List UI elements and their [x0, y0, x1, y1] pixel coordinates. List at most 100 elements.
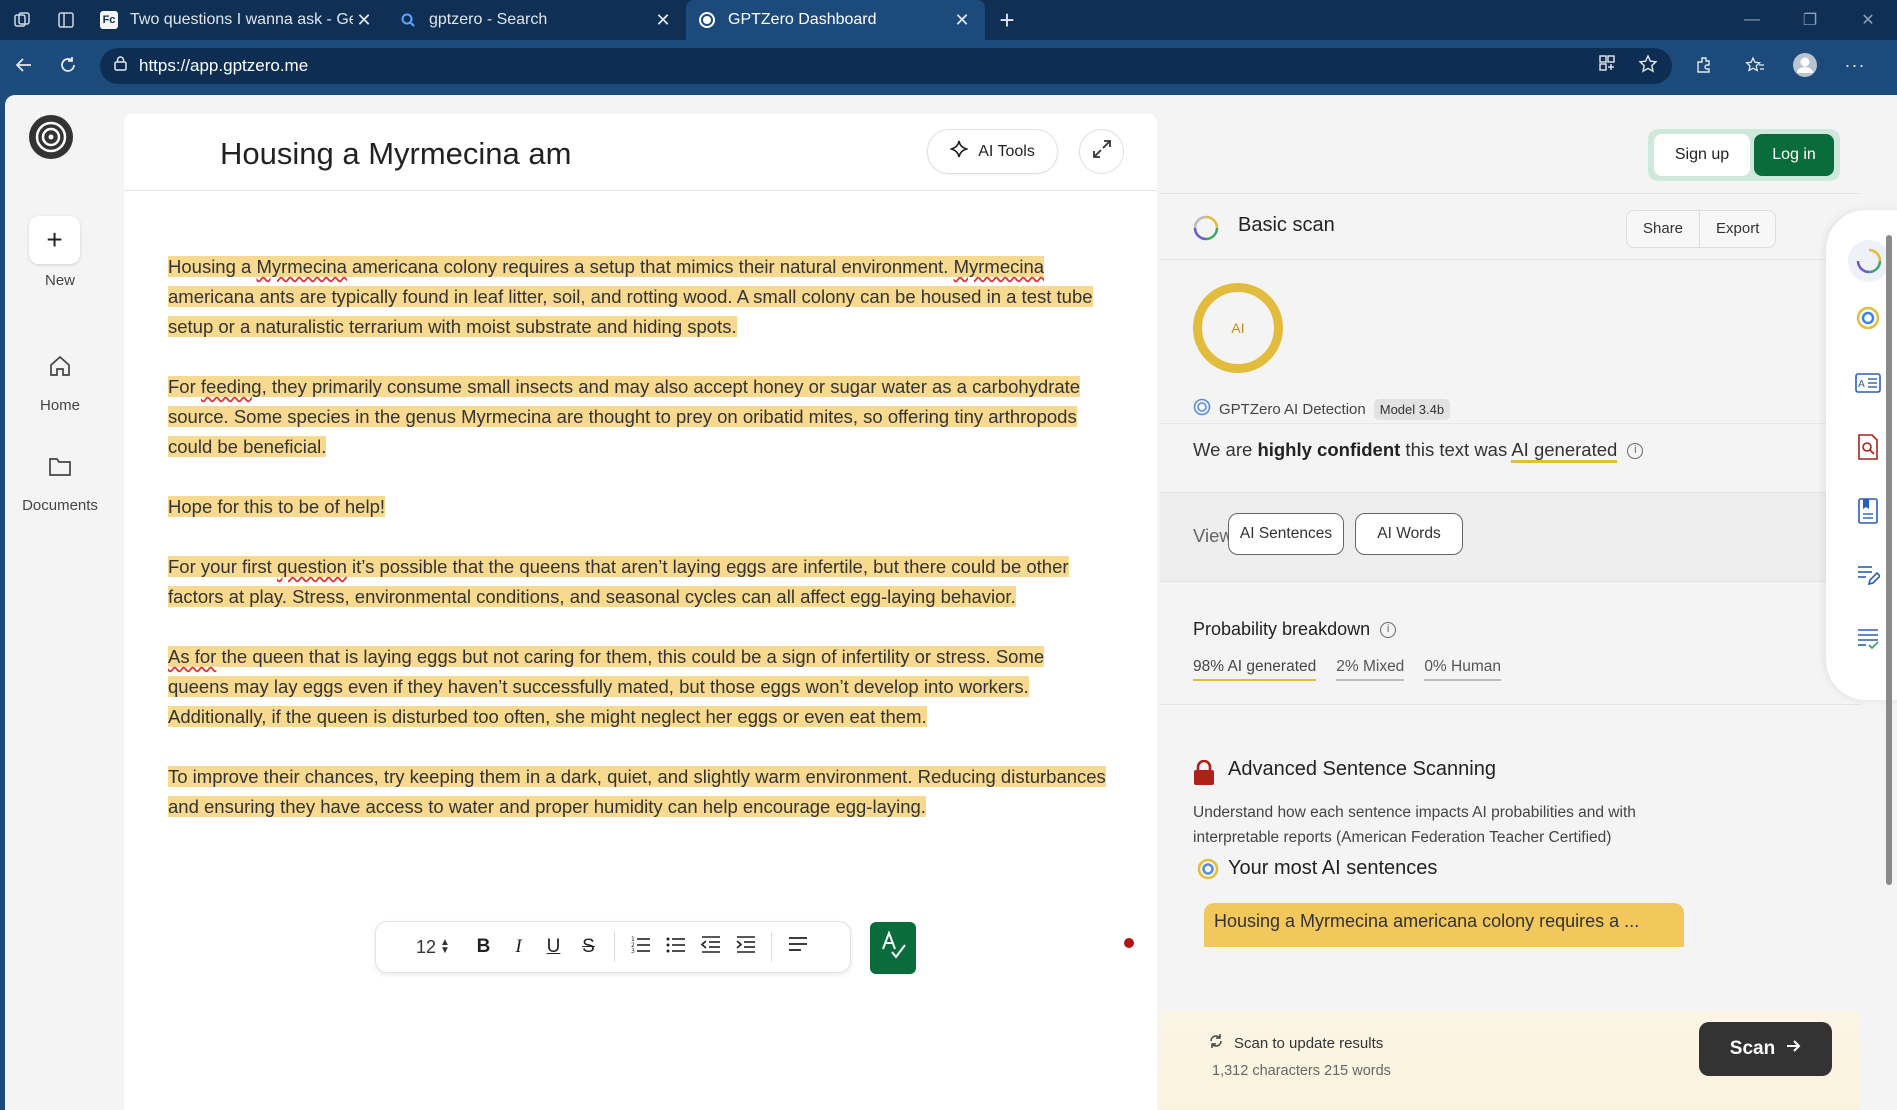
left-nav: + New Home Documents	[5, 95, 115, 1110]
confidence-middle: this text was	[1400, 439, 1512, 460]
extensions-icon[interactable]	[1684, 43, 1726, 87]
scan-button[interactable]: Scan	[1699, 1022, 1832, 1076]
refresh-icon[interactable]	[46, 43, 90, 87]
stepper-icon: ▲ ▼	[440, 937, 450, 956]
bookmark-doc-icon[interactable]	[1853, 496, 1883, 526]
nav-item-home[interactable]: Home	[5, 397, 115, 414]
confidence-prefix: We are	[1193, 439, 1258, 460]
confidence-statement: We are highly confident this text was AI…	[1193, 439, 1644, 463]
close-tab-icon[interactable]: ✕	[353, 10, 375, 31]
paragraph: Housing a Myrmecina americana colony req…	[168, 252, 1108, 342]
new-tab-button[interactable]: +	[985, 0, 1029, 40]
edit-doc-icon[interactable]	[1853, 560, 1883, 590]
tab-actions-icon[interactable]	[44, 0, 88, 40]
expand-button[interactable]	[1079, 129, 1124, 174]
svg-text:A: A	[1858, 379, 1865, 390]
minimize-icon[interactable]: —	[1723, 0, 1781, 40]
formatting-toolbar: 12 ▲ ▼ B I U S 123	[375, 921, 851, 973]
paragraph: For feeding, they primarily consume smal…	[168, 372, 1108, 462]
document-search-icon[interactable]	[1853, 432, 1883, 462]
workspaces-icon[interactable]	[0, 0, 44, 40]
refresh-icon	[1208, 1033, 1224, 1053]
paragraph: To improve their chances, try keeping th…	[168, 762, 1108, 822]
close-window-icon[interactable]: ✕	[1839, 0, 1897, 40]
ai-sentence: Housing a Myrmecina americana colony req…	[168, 256, 954, 277]
lock-icon	[114, 56, 127, 76]
url-text: https://app.gptzero.me	[139, 56, 309, 75]
confidence-level: highly confident	[1257, 439, 1401, 460]
indent-icon[interactable]	[728, 935, 763, 959]
document-body[interactable]: Housing a Myrmecina americana colony req…	[168, 252, 1108, 852]
italic-icon[interactable]: I	[501, 936, 536, 958]
document-title-input[interactable]: Housing a Myrmecina am	[220, 136, 580, 172]
align-icon[interactable]	[780, 936, 815, 958]
paragraph: As for the queen that is laying eggs but…	[168, 642, 1108, 732]
expand-icon	[1092, 139, 1112, 164]
info-icon[interactable]: i	[1380, 622, 1397, 639]
underline-icon[interactable]: U	[536, 936, 571, 958]
bullet-list-icon[interactable]	[658, 935, 693, 959]
folder-icon[interactable]	[45, 451, 75, 481]
gptzero-color-icon	[1197, 858, 1219, 885]
advanced-scanning-description: Understand how each sentence impacts AI …	[1193, 804, 1636, 846]
log-in-button[interactable]: Log in	[1754, 134, 1834, 176]
scan-spinner-icon	[1193, 215, 1219, 246]
detector-name: GPTZero AI Detection	[1219, 400, 1366, 418]
prob-ai[interactable]: 98% AI generated	[1193, 658, 1317, 681]
gptzero-color-icon[interactable]	[1853, 303, 1883, 333]
ai-tools-button[interactable]: AI Tools	[927, 129, 1058, 174]
info-icon[interactable]: i	[1627, 443, 1644, 460]
copilot-icon[interactable]	[1884, 43, 1897, 87]
profile-avatar[interactable]	[1784, 43, 1826, 87]
gptzero-logo[interactable]	[29, 115, 73, 159]
reader-view-icon[interactable]: A	[1853, 368, 1883, 398]
gptzero-small-icon	[1193, 398, 1211, 420]
prob-human[interactable]: 0% Human	[1424, 658, 1501, 681]
browser-tab-search[interactable]: gptzero - Search ✕	[387, 0, 686, 40]
nav-item-documents[interactable]: Documents	[5, 497, 115, 514]
restore-icon[interactable]: ❐	[1781, 0, 1839, 40]
url-field[interactable]: https://app.gptzero.me	[100, 48, 1672, 84]
close-tab-icon[interactable]: ✕	[652, 10, 674, 31]
scan-header: Basic scan Share Export	[1160, 194, 1860, 260]
outdent-icon[interactable]	[693, 935, 728, 959]
sign-up-button[interactable]: Sign up	[1654, 134, 1750, 176]
address-bar-row: https://app.gptzero.me ···	[0, 40, 1897, 90]
strikethrough-icon[interactable]: S	[571, 936, 606, 958]
back-icon[interactable]	[2, 43, 46, 87]
close-tab-icon[interactable]: ✕	[951, 10, 973, 31]
favorites-icon[interactable]	[1734, 43, 1776, 87]
font-size-select[interactable]: 12 ▲ ▼	[416, 937, 466, 958]
svg-text:3: 3	[631, 948, 635, 953]
ai-sentence: Hope for this to be of help!	[168, 496, 385, 517]
favorite-star-icon[interactable]	[1638, 53, 1658, 79]
spellcheck-button[interactable]	[870, 922, 916, 974]
arrow-right-icon	[1785, 1038, 1801, 1060]
share-button[interactable]: Share	[1627, 211, 1699, 247]
top-ai-sentence[interactable]: Housing a Myrmecina americana colony req…	[1204, 903, 1684, 947]
scrollbar-thumb[interactable]	[1886, 235, 1892, 885]
browser-tab-forum[interactable]: Fc Two questions I wanna ask - Gene ✕	[88, 0, 387, 40]
forum-favicon-icon: Fc	[100, 11, 118, 29]
tab-title: Two questions I wanna ask - Gene	[130, 11, 353, 28]
browser-tab-bar: Fc Two questions I wanna ask - Gene ✕ gp…	[0, 0, 1897, 40]
browser-tab-gptzero[interactable]: GPTZero Dashboard ✕	[686, 0, 985, 40]
ai-sentence: Some species in the genus Myrmecina are …	[168, 406, 1077, 457]
more-options-icon[interactable]: ···	[1834, 43, 1876, 87]
ai-sentence: To improve their chances, try keeping th…	[168, 766, 918, 787]
ai-sentences-button[interactable]: AI Sentences	[1228, 513, 1344, 555]
probability-title-text: Probability breakdown	[1193, 619, 1371, 639]
new-document-button[interactable]: +	[29, 216, 80, 264]
bold-icon[interactable]: B	[466, 936, 501, 958]
ai-score-ring: AI	[1193, 283, 1283, 373]
home-icon[interactable]	[45, 351, 75, 381]
ai-words-button[interactable]: AI Words	[1355, 513, 1463, 555]
page-scrollbar[interactable]	[1883, 210, 1895, 1110]
export-button[interactable]: Export	[1699, 211, 1775, 247]
checklist-icon[interactable]	[1853, 624, 1883, 654]
character-word-count: 1,312 characters 215 words	[1212, 1063, 1391, 1079]
app-available-icon[interactable]	[1598, 54, 1616, 79]
status-dot	[1124, 938, 1134, 948]
prob-mixed[interactable]: 2% Mixed	[1336, 658, 1405, 681]
numbered-list-icon[interactable]: 123	[623, 935, 658, 959]
